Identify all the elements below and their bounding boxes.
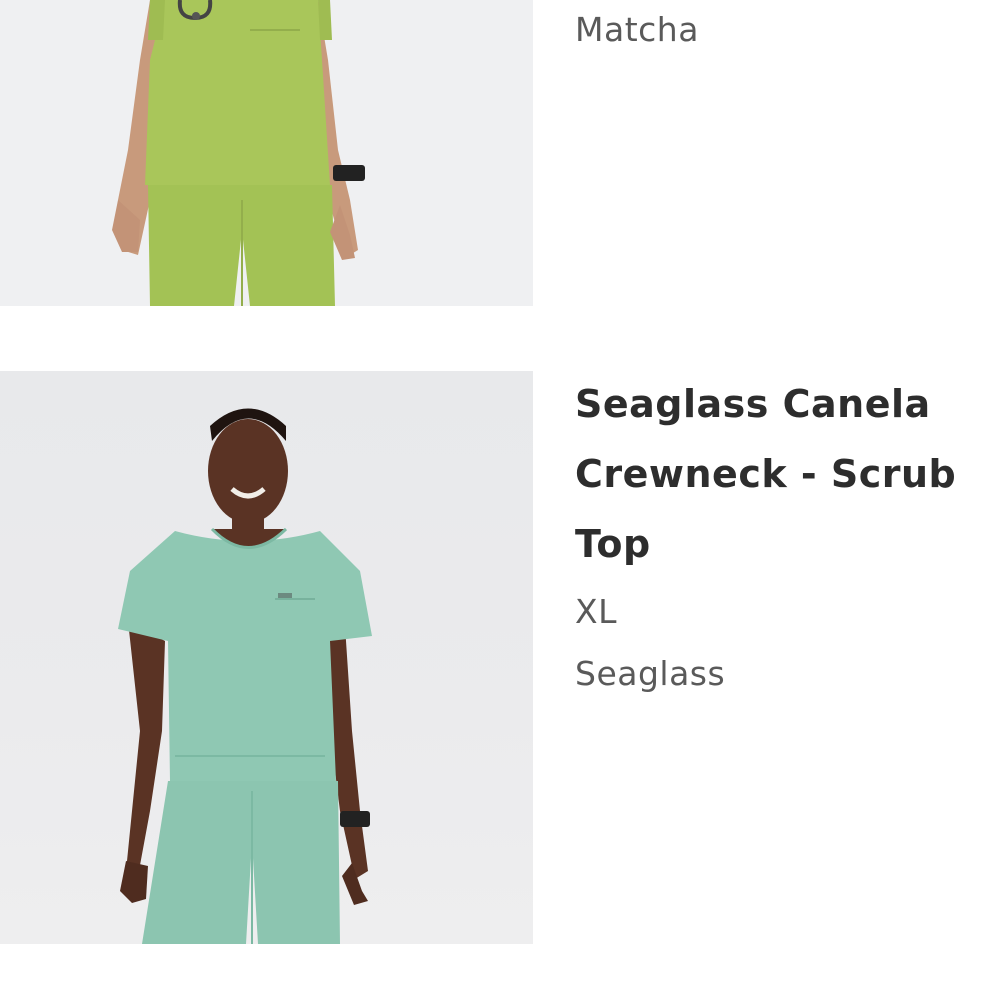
item-color: Seaglass bbox=[575, 654, 726, 693]
model-photo bbox=[112, 0, 365, 306]
order-items-list: Matcha Seaglass Canela Crewneck - Scrub … bbox=[0, 0, 1000, 1000]
item-details: Seaglass Canela Crewneck - Scrub Top XL … bbox=[575, 371, 985, 705]
item-size: XL bbox=[575, 592, 617, 631]
order-item: Seaglass Canela Crewneck - Scrub Top XL … bbox=[0, 371, 1000, 944]
item-details: Matcha bbox=[575, 0, 985, 60]
item-color: Matcha bbox=[575, 10, 699, 49]
item-name[interactable]: Seaglass Canela Crewneck - Scrub Top bbox=[575, 369, 985, 579]
product-image-matcha[interactable] bbox=[0, 0, 533, 306]
order-item: Matcha bbox=[0, 0, 1000, 306]
model-photo bbox=[118, 408, 372, 944]
product-image-seaglass[interactable] bbox=[0, 371, 533, 944]
